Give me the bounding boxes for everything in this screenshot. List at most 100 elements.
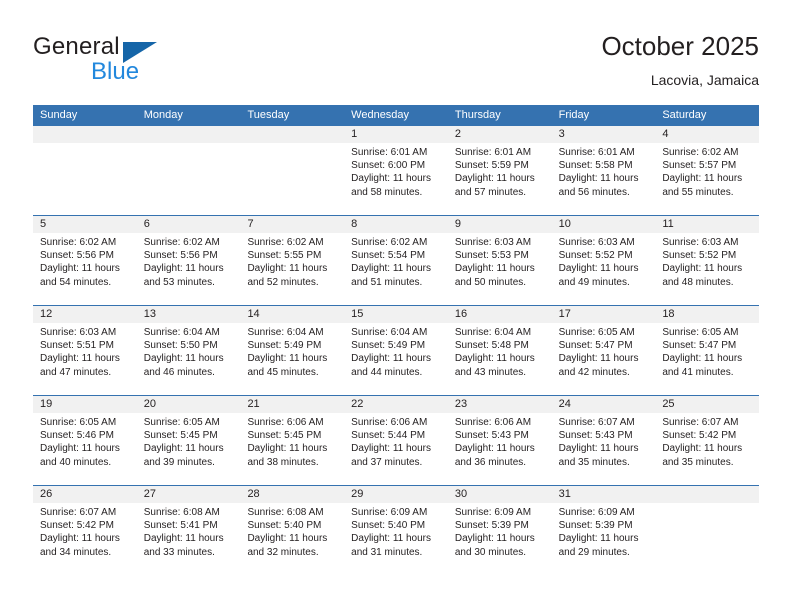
day-sunset-text: Sunset: 5:50 PM	[143, 340, 218, 352]
weekday-header-tuesday: Tuesday	[247, 109, 290, 121]
day-cell[interactable]: Sunrise: 6:03 AM Sunset: 5:51 PM Daylight:…	[33, 323, 137, 395]
day-sunrise-text: Sunrise: 6:06 AM	[351, 417, 428, 428]
day-cell[interactable]: Sunrise: 6:01 AM Sunset: 6:00 PM Daylight:…	[344, 143, 448, 215]
day-daylight-text: Daylight: 11 hours	[247, 443, 328, 455]
day-cell[interactable]: Sunrise: 6:04 AM Sunset: 5:49 PM Daylight:…	[344, 323, 448, 395]
day-cell[interactable]: Sunrise: 6:09 AM Sunset: 5:39 PM Daylight:…	[448, 503, 552, 575]
day-cell[interactable]: Sunrise: 6:01 AM Sunset: 5:59 PM Daylight:…	[448, 143, 552, 215]
day-cell[interactable]: Sunrise: 6:04 AM Sunset: 5:48 PM Daylight:…	[448, 323, 552, 395]
day-number[interactable]: 30	[448, 486, 552, 503]
day-sunrise-text: Sunrise: 6:03 AM	[662, 237, 739, 248]
day-number[interactable]: 14	[240, 306, 344, 323]
day-daylight-text: and 58 minutes.	[351, 186, 423, 198]
day-number[interactable]: 11	[655, 216, 759, 233]
day-number[interactable]: 22	[344, 396, 448, 413]
week-daynumber-band: 26 27 28 29 30 31	[33, 486, 759, 503]
day-cell[interactable]: Sunrise: 6:07 AM Sunset: 5:42 PM Daylight:…	[33, 503, 137, 575]
week-detail-band: Sunrise: 6:03 AM Sunset: 5:51 PM Daylight:…	[33, 323, 759, 395]
day-number[interactable]: 31	[552, 486, 656, 503]
day-cell[interactable]: Sunrise: 6:06 AM Sunset: 5:45 PM Daylight:…	[240, 413, 344, 485]
day-daylight-text: and 52 minutes.	[247, 276, 319, 288]
day-cell[interactable]: Sunrise: 6:01 AM Sunset: 5:58 PM Daylight:…	[552, 143, 656, 215]
day-number[interactable]: 9	[448, 216, 552, 233]
day-number[interactable]: 3	[552, 126, 656, 143]
day-daylight-text: Daylight: 11 hours	[247, 533, 328, 545]
day-daylight-text: and 53 minutes.	[143, 276, 215, 288]
day-daylight-text: and 41 minutes.	[662, 366, 734, 378]
day-number[interactable]: 12	[33, 306, 137, 323]
day-sunrise-text: Sunrise: 6:03 AM	[40, 327, 117, 338]
day-daylight-text: Daylight: 11 hours	[454, 443, 535, 455]
week-detail-band: Sunrise: 6:02 AM Sunset: 5:56 PM Daylight:…	[33, 233, 759, 305]
day-cell[interactable]: Sunrise: 6:07 AM Sunset: 5:43 PM Daylight:…	[552, 413, 656, 485]
day-daylight-text: Daylight: 11 hours	[351, 173, 432, 185]
day-daylight-text: Daylight: 11 hours	[40, 263, 120, 275]
day-sunset-text: Sunset: 5:55 PM	[247, 250, 322, 262]
day-number[interactable]: 23	[448, 396, 552, 413]
day-cell[interactable]: Sunrise: 6:09 AM Sunset: 5:40 PM Daylight:…	[344, 503, 448, 575]
day-number[interactable]: 13	[137, 306, 241, 323]
day-cell[interactable]: Sunrise: 6:04 AM Sunset: 5:50 PM Daylight:…	[137, 323, 241, 395]
day-cell[interactable]: Sunrise: 6:08 AM Sunset: 5:41 PM Daylight:…	[137, 503, 241, 575]
day-number[interactable]: 4	[655, 126, 759, 143]
day-cell[interactable]: Sunrise: 6:02 AM Sunset: 5:54 PM Daylight:…	[344, 233, 448, 305]
day-number[interactable]: 6	[137, 216, 241, 233]
day-cell[interactable]: Sunrise: 6:02 AM Sunset: 5:56 PM Daylight:…	[137, 233, 241, 305]
day-daylight-text: Daylight: 11 hours	[247, 263, 328, 275]
day-cell[interactable]: Sunrise: 6:03 AM Sunset: 5:52 PM Daylight:…	[655, 233, 759, 305]
day-number[interactable]: 16	[448, 306, 552, 323]
day-number[interactable]: 2	[448, 126, 552, 143]
day-number[interactable]: 7	[240, 216, 344, 233]
day-daylight-text: Daylight: 11 hours	[662, 173, 743, 185]
day-cell[interactable]: Sunrise: 6:06 AM Sunset: 5:44 PM Daylight:…	[344, 413, 448, 485]
day-cell[interactable]: Sunrise: 6:06 AM Sunset: 5:43 PM Daylight:…	[448, 413, 552, 485]
day-daylight-text: Daylight: 11 hours	[247, 353, 328, 365]
day-number[interactable]: 28	[240, 486, 344, 503]
day-number[interactable]: 10	[552, 216, 656, 233]
day-daylight-text: and 43 minutes.	[454, 366, 527, 378]
day-number[interactable]: 8	[344, 216, 448, 233]
day-number[interactable]: 25	[655, 396, 759, 413]
day-sunrise-text: Sunrise: 6:03 AM	[454, 237, 532, 248]
day-number[interactable]: 17	[552, 306, 656, 323]
week-daynumber-band: 1234	[33, 126, 759, 143]
day-daylight-text: and 55 minutes.	[662, 186, 734, 198]
logo-text-blue: Blue	[91, 58, 140, 85]
day-cell[interactable]: Sunrise: 6:04 AM Sunset: 5:49 PM Daylight:…	[240, 323, 344, 395]
day-cell[interactable]: Sunrise: 6:02 AM Sunset: 5:55 PM Daylight:…	[240, 233, 344, 305]
calendar-week-row: 5 6 7 8 9 10 11 Sunrise: 6:02 AM Sunset: 5:56 PM…	[33, 215, 759, 305]
day-number[interactable]: 26	[33, 486, 137, 503]
day-number[interactable]: 19	[33, 396, 137, 413]
day-number[interactable]: 5	[33, 216, 137, 233]
day-cell[interactable]: Sunrise: 6:05 AM Sunset: 5:45 PM Daylight:…	[137, 413, 241, 485]
day-cell[interactable]: Sunrise: 6:02 AM Sunset: 5:57 PM Daylight:…	[655, 143, 759, 215]
day-sunset-text: Sunset: 6:00 PM	[351, 160, 426, 172]
day-cell[interactable]: Sunrise: 6:05 AM Sunset: 5:46 PM Daylight:…	[33, 413, 137, 485]
day-sunrise-text: Sunrise: 6:05 AM	[662, 327, 739, 338]
generalblue-logo[interactable]: General Blue	[33, 33, 263, 88]
day-number[interactable]: 27	[137, 486, 241, 503]
day-sunrise-text: Sunrise: 6:04 AM	[143, 327, 220, 338]
day-cell[interactable]: Sunrise: 6:02 AM Sunset: 5:56 PM Daylight:…	[33, 233, 137, 305]
day-cell[interactable]: Sunrise: 6:03 AM Sunset: 5:52 PM Daylight:…	[552, 233, 656, 305]
day-sunset-text: Sunset: 5:40 PM	[247, 520, 322, 532]
day-daylight-text: and 47 minutes.	[40, 366, 112, 378]
day-daylight-text: Daylight: 11 hours	[454, 263, 535, 275]
day-number[interactable]: 29	[344, 486, 448, 503]
day-number[interactable]: 20	[137, 396, 241, 413]
day-sunset-text: Sunset: 5:54 PM	[351, 250, 426, 262]
day-cell[interactable]: Sunrise: 6:03 AM Sunset: 5:53 PM Daylight:…	[448, 233, 552, 305]
day-number[interactable]: 1	[344, 126, 448, 143]
day-cell[interactable]: Sunrise: 6:05 AM Sunset: 5:47 PM Daylight:…	[655, 323, 759, 395]
day-cell[interactable]: Sunrise: 6:07 AM Sunset: 5:42 PM Daylight:…	[655, 413, 759, 485]
day-sunset-text: Sunset: 5:39 PM	[454, 520, 529, 532]
calendar-week-row: 1 2 3 4 Sunrise: 6:01 AM Sunset: 6:00 PM Dayli…	[33, 126, 759, 215]
day-number[interactable]: 15	[344, 306, 448, 323]
day-cell[interactable]: Sunrise: 6:09 AM Sunset: 5:39 PM Daylight:…	[552, 503, 656, 575]
day-number[interactable]: 24	[552, 396, 656, 413]
day-number[interactable]: 18	[655, 306, 759, 323]
day-number[interactable]: 21	[240, 396, 344, 413]
day-cell[interactable]: Sunrise: 6:05 AM Sunset: 5:47 PM Daylight:…	[552, 323, 656, 395]
day-daylight-text: and 49 minutes.	[558, 276, 630, 288]
day-cell[interactable]: Sunrise: 6:08 AM Sunset: 5:40 PM Daylight:…	[240, 503, 344, 575]
